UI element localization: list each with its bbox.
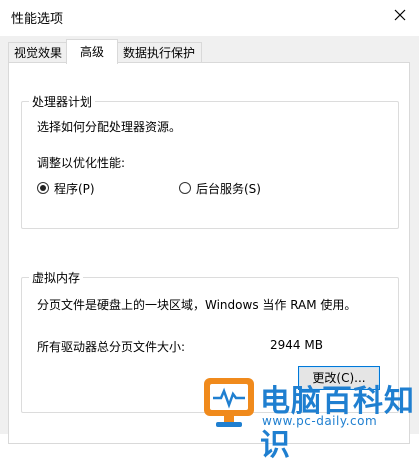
processor-scheduling-group: 处理器计划 选择如何分配处理器资源。 调整以优化性能: 程序(P) 后台服务(S… bbox=[21, 93, 399, 229]
tab-data-execution-prevention[interactable]: 数据执行保护 bbox=[116, 42, 202, 63]
adjust-label: 调整以优化性能: bbox=[37, 156, 126, 170]
watermark: 电脑百科知识 www.pc-daily.com bbox=[196, 372, 419, 463]
radio-programs-label[interactable]: 程序(P) bbox=[54, 180, 95, 197]
title-bar: 性能选项 bbox=[0, 0, 419, 36]
close-button[interactable] bbox=[389, 4, 411, 26]
window-title: 性能选项 bbox=[11, 12, 64, 27]
tab-label: 高级 bbox=[79, 45, 104, 59]
tab-label: 视觉效果 bbox=[13, 46, 62, 60]
group-title: 虚拟内存 bbox=[29, 269, 84, 286]
virtual-memory-description: 分页文件是硬盘上的一块区域，Windows 当作 RAM 使用。 bbox=[37, 298, 357, 312]
tab-strip: 视觉效果 高级 数据执行保护 bbox=[0, 36, 419, 64]
tab-visual-effects[interactable]: 视觉效果 bbox=[8, 42, 68, 63]
close-icon bbox=[394, 9, 406, 21]
radio-selected-dot bbox=[40, 185, 46, 191]
radio-background-services-label[interactable]: 后台服务(S) bbox=[196, 180, 261, 197]
radio-background-services[interactable] bbox=[179, 182, 191, 194]
radio-programs[interactable] bbox=[37, 182, 49, 194]
monitor-logo-icon bbox=[204, 378, 254, 427]
total-paging-value: 2944 MB bbox=[270, 338, 323, 352]
processor-description: 选择如何分配处理器资源。 bbox=[37, 120, 182, 134]
total-paging-label: 所有驱动器总分页文件大小: bbox=[37, 340, 186, 354]
group-title: 处理器计划 bbox=[29, 93, 96, 110]
tab-advanced[interactable]: 高级 bbox=[66, 39, 118, 64]
watermark-url: www.pc-daily.com bbox=[262, 414, 378, 428]
tab-label: 数据执行保护 bbox=[122, 46, 195, 60]
